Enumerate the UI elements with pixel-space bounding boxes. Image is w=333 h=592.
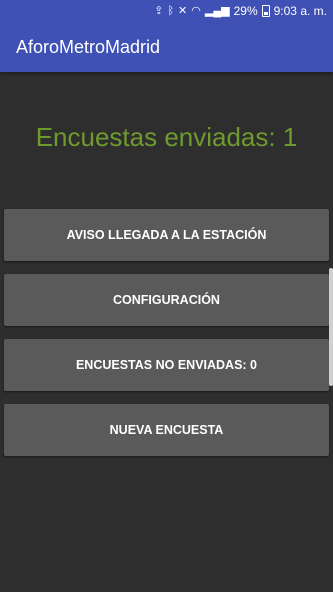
bluetooth-icon: ᛒ: [167, 5, 175, 17]
settings-button[interactable]: CONFIGURACIÓN: [4, 274, 329, 326]
scrollbar[interactable]: [329, 268, 333, 386]
status-bar: ⇪ ᛒ ✕ ◠ ▂▄▆ 29% 9:03 a. m.: [0, 0, 333, 24]
mute-icon: ✕: [178, 5, 188, 17]
new-survey-button[interactable]: NUEVA ENCUESTA: [4, 404, 329, 456]
battery-percent: 29%: [233, 4, 258, 18]
app-bar: AforoMetroMadrid: [0, 24, 333, 72]
sent-surveys-counter: Encuestas enviadas: 1: [35, 122, 298, 152]
upload-icon: ⇪: [154, 5, 164, 17]
app-title: AforoMetroMadrid: [16, 37, 161, 57]
station-arrival-button[interactable]: AVISO LLEGADA A LA ESTACIÓN: [4, 209, 329, 261]
wifi-icon: ◠: [191, 5, 201, 17]
status-icons: ⇪ ᛒ ✕ ◠ ▂▄▆ 29% 9:03 a. m.: [154, 4, 327, 18]
signal-icon: ▂▄▆: [204, 5, 230, 17]
battery-icon: [261, 5, 270, 17]
status-time: 9:03 a. m.: [273, 4, 327, 18]
unsent-surveys-button[interactable]: ENCUESTAS NO ENVIADAS: 0: [4, 339, 329, 391]
